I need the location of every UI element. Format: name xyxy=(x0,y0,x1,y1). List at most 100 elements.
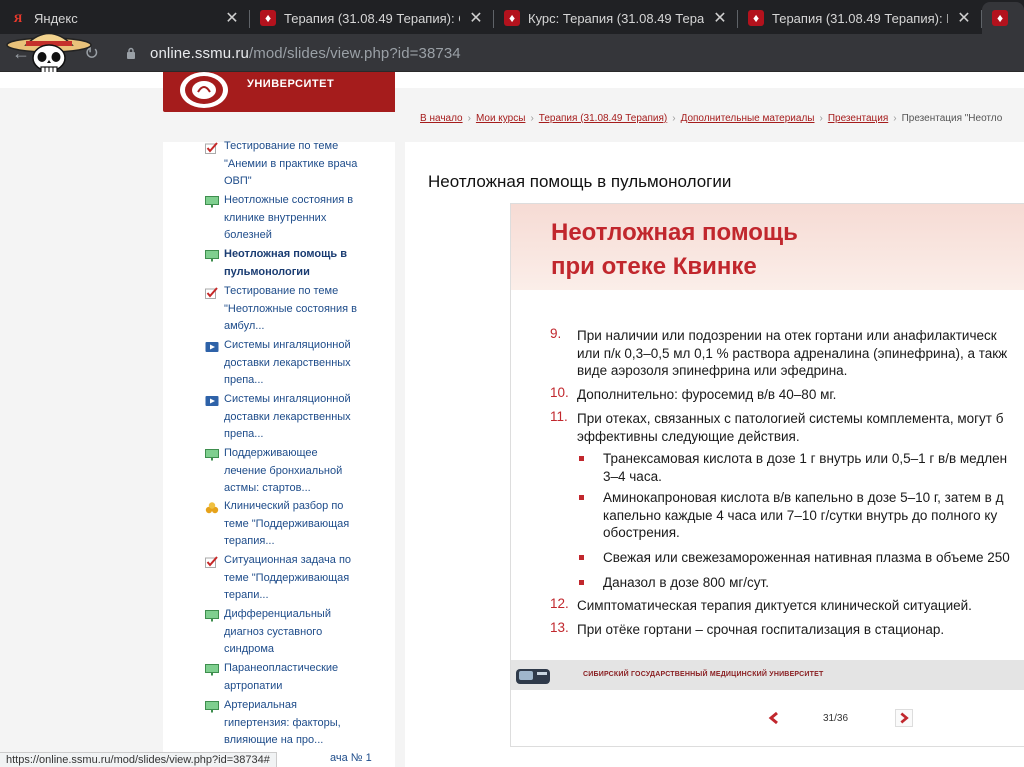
sidebar-activity-link[interactable]: Тестирование по теме "Неотложные состояни… xyxy=(224,283,414,336)
status-url: https://online.ssmu.ru/mod/slides/view.p… xyxy=(0,752,277,767)
bullet-marker xyxy=(579,456,584,461)
sidebar-item-line: Поддерживающее xyxy=(224,447,318,459)
slide-page-counter: 31/36 xyxy=(823,713,849,724)
list-item-text: При отеках, связанных с патологией систе… xyxy=(577,411,1004,426)
video-icon xyxy=(205,394,219,406)
breadcrumb: В начало › Мои курсы › Терапия (31.08.49 Тер… xyxy=(420,113,1003,124)
sidebar-activity-link[interactable]: Паранеопластические артропатии xyxy=(224,660,414,695)
sidebar-item-line: диагноз суставного xyxy=(224,625,323,638)
slide-footer: СИБИРСКИЙ ГОСУДАРСТВЕННЫЙ МЕДИЦИНСКИЙ УН… xyxy=(511,660,1024,690)
sidebar-item-line: Системы ингаляционной xyxy=(224,339,351,351)
list-number: 13. xyxy=(550,620,569,635)
browser-tab-therapy-1[interactable]: ♦ Терапия (31.08.49 Терапия): С ✕ xyxy=(250,2,494,34)
sidebar-item-line: теме "Поддерживающая xyxy=(224,571,350,584)
bullet-item-text: Аминокапроновая кислота в/в капельно в д… xyxy=(603,490,1004,505)
shield-icon: ♦ xyxy=(748,10,764,26)
page-title: Неотложная помощь в пульмонологии xyxy=(428,172,732,191)
bullet-marker xyxy=(579,580,584,585)
sidebar-item-line: Неотложные состояния в xyxy=(224,194,354,206)
slide-footer-text: СИБИРСКИЙ ГОСУДАРСТВЕННЫЙ МЕДИЦИНСКИЙ УН… xyxy=(583,671,824,678)
lock-icon xyxy=(127,47,135,59)
bullet-item-text: Даназол в дозе 800 мг/сут. xyxy=(603,575,769,590)
sidebar-item-line: терапия... xyxy=(224,535,275,547)
sidebar-item-line: Клинический разбор по xyxy=(224,500,344,512)
university-logo-text: УНИВЕРСИТЕТ xyxy=(247,78,335,90)
slides-icon xyxy=(205,195,219,208)
slide-navigation: 31/36 xyxy=(511,690,1024,746)
breadcrumb-my-courses[interactable]: Мои курсы xyxy=(476,113,526,124)
list-item-text: или п/к 0,3–0,5 мл 0,1 % раствора адрена… xyxy=(577,345,1008,361)
header-strip xyxy=(0,72,1024,88)
breadcrumb-presentation[interactable]: Презентация xyxy=(828,113,888,124)
close-icon[interactable]: ✕ xyxy=(712,8,728,28)
browser-tab-therapy-2[interactable]: ♦ Терапия (31.08.49 Терапия): Н ✕ xyxy=(738,2,982,34)
bullet-marker xyxy=(579,555,584,560)
sidebar-item-line: Неотложная помощь в xyxy=(224,248,347,260)
sidebar-item-line: клинике внутренних xyxy=(224,211,327,224)
slides-icon xyxy=(205,700,219,713)
browser-tab-bar: Я Яндекс ✕ ♦ Терапия (31.08.49 Терапия):… xyxy=(0,0,1024,34)
list-item-text: эффективны следующие действия. xyxy=(577,428,800,444)
sidebar-activity-link[interactable]: Системы ингаляционной доставки лекарствен… xyxy=(224,391,414,444)
yandex-icon: Я xyxy=(13,10,23,25)
slide-title-line-2: при отеке Квинке xyxy=(551,253,757,280)
skull-sticker-icon xyxy=(6,32,92,74)
slide-viewer: Неотложная помощь при отеке Квинке 9. При… xyxy=(510,203,1024,747)
sidebar-item-line: Дифференциальный xyxy=(224,608,331,620)
case-icon xyxy=(205,501,219,514)
shield-icon: ♦ xyxy=(504,10,520,26)
slide-title: Неотложная помощь при отеке Квинке xyxy=(551,216,798,284)
slide-title-line-1: Неотложная помощь xyxy=(551,219,798,246)
bullet-marker xyxy=(579,495,584,500)
close-icon[interactable]: ✕ xyxy=(468,8,484,28)
sidebar-item-line: болезней xyxy=(224,229,272,241)
url-field[interactable]: online.ssmu.ru/mod/slides/view.php?id=38… xyxy=(150,45,461,62)
tab-title: Терапия (31.08.49 Терапия): С xyxy=(284,10,460,26)
quiz-icon xyxy=(205,286,219,299)
sidebar-activity-link[interactable]: Клинический разбор по теме "Поддерживающа… xyxy=(224,498,414,551)
list-item-text: Дополнительно: фуросемид в/в 40–80 мг. xyxy=(577,387,837,402)
shield-icon: ♦ xyxy=(992,10,1008,26)
slides-icon xyxy=(205,249,219,262)
sidebar-item-line: Паранеопластические xyxy=(224,662,339,674)
sidebar-item-line: Артериальная xyxy=(224,699,297,711)
previous-slide-icon[interactable] xyxy=(767,710,781,726)
sidebar-item-partial[interactable]: ача № 1 xyxy=(330,752,372,764)
sidebar-item-line: Тестирование по теме xyxy=(224,140,339,152)
url-host: online.ssmu.ru xyxy=(150,45,249,62)
sidebar-activity-link[interactable]: Артериальная гипертензия: факторы, влияющи… xyxy=(224,697,414,750)
breadcrumb-course[interactable]: Терапия (31.08.49 Терапия) xyxy=(539,113,667,124)
sidebar-activity-link[interactable]: Ситуационная задача по теме "Поддерживающ… xyxy=(224,552,414,605)
sidebar-item-line: гипертензия: факторы, xyxy=(224,716,341,729)
list-item-text: При наличии или подозрении на отек горта… xyxy=(577,328,997,343)
close-icon[interactable]: ✕ xyxy=(224,8,240,28)
quiz-icon xyxy=(205,141,219,154)
sidebar-activity-link[interactable]: Поддерживающее лечение бронхиальной астмы:… xyxy=(224,445,414,498)
list-number: 11. xyxy=(550,409,568,424)
bullet-item-text: капельно каждые 4 часа или 7–10 г/сутки … xyxy=(603,507,998,523)
sidebar-item-line: амбул... xyxy=(224,320,265,332)
breadcrumb-current: Презентация "Неотло xyxy=(901,113,1003,124)
university-emblem-icon xyxy=(180,72,228,108)
sidebar-activity-link[interactable]: Неотложная помощь в пульмонологии xyxy=(224,246,414,281)
list-number: 10. xyxy=(550,385,569,400)
inhaler-device-icon xyxy=(516,669,550,684)
sidebar-activity-link[interactable]: Дифференциальный диагноз суставного синдро… xyxy=(224,606,414,659)
slides-icon xyxy=(205,609,219,622)
sidebar-item-line: лечение бронхиальной xyxy=(224,464,343,477)
breadcrumb-section[interactable]: Дополнительные материалы xyxy=(681,113,815,124)
sidebar-activity-link[interactable]: Системы ингаляционной доставки лекарствен… xyxy=(224,337,414,390)
sidebar-item-line: доставки лекарственных xyxy=(224,356,351,369)
sidebar-item-line: теме "Поддерживающая xyxy=(224,517,350,530)
breadcrumb-home[interactable]: В начало xyxy=(420,113,463,124)
next-slide-icon[interactable] xyxy=(895,709,913,727)
sidebar-item-line: астмы: стартов... xyxy=(224,482,311,494)
sidebar-activity-link[interactable]: Неотложные состояния в клинике внутренних… xyxy=(224,192,414,245)
tab-title: Курс: Терапия (31.08.49 Терап xyxy=(528,10,704,26)
browser-tab-active[interactable]: ♦ xyxy=(982,2,1024,34)
sidebar-item-line: Ситуационная задача по xyxy=(224,554,352,566)
close-icon[interactable]: ✕ xyxy=(956,8,972,28)
browser-tab-course[interactable]: ♦ Курс: Терапия (31.08.49 Терап ✕ xyxy=(494,2,738,34)
sidebar-activity-link[interactable]: Тестирование по теме "Анемии в практике в… xyxy=(224,138,414,191)
sidebar-item-line: препа... xyxy=(224,374,264,386)
